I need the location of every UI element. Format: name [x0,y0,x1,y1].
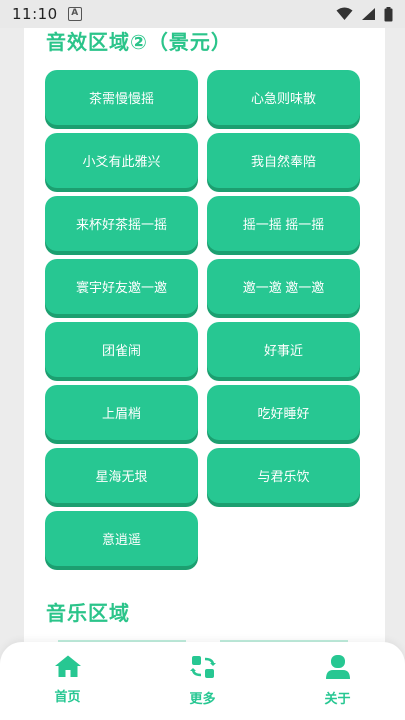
nav-about-label: 关于 [324,692,351,707]
sound-button[interactable]: 意逍遥 [45,511,198,566]
sound-button[interactable]: 我自然奉陪 [207,133,360,188]
sound-button[interactable]: 团雀闹 [45,322,198,377]
wifi-icon [336,7,353,20]
sound-button[interactable]: 好事近 [207,322,360,377]
sound-button[interactable]: 寰宇好友邀一邀 [45,259,198,314]
status-indicators [336,6,393,22]
nav-home-label: 首页 [54,690,81,705]
status-bar: 11:10 A [0,0,405,28]
nav-more[interactable]: 更多 [135,642,270,720]
sound-button[interactable]: 小爻有此雅兴 [45,133,198,188]
sound-button[interactable]: 茶需慢慢摇 [45,70,198,125]
sound-button[interactable]: 来杯好茶摇一摇 [45,196,198,251]
nav-about[interactable]: 关于 [270,642,405,720]
nav-home[interactable]: 首页 [0,642,135,720]
status-time: 11:10 [12,5,58,23]
sound-button[interactable]: 吃好睡好 [207,385,360,440]
sound-button[interactable]: 心急则味散 [207,70,360,125]
sound-button-grid: 茶需慢慢摇 心急则味散 小爻有此雅兴 我自然奉陪 来杯好茶摇一摇 摇一摇 摇一摇… [45,70,360,566]
battery-icon [384,6,393,21]
sound-button[interactable]: 与君乐饮 [207,448,360,503]
sound-button[interactable]: 摇一摇 摇一摇 [207,196,360,251]
nav-more-label: 更多 [189,692,216,707]
sound-button[interactable]: 上眉梢 [45,385,198,440]
refresh-icon [189,656,216,678]
sound-button[interactable]: 邀一邀 邀一邀 [207,259,360,314]
music-section-title: 音乐区域 [46,601,130,625]
sound-button[interactable]: 星海无垠 [45,448,198,503]
notification-icon: A [67,7,82,21]
sound-section-title: 音效区域②（景元） [46,30,232,54]
user-icon [325,655,350,679]
home-icon [54,655,81,677]
signal-icon [362,8,375,20]
bottom-nav: 首页 更多 关于 [0,642,405,720]
